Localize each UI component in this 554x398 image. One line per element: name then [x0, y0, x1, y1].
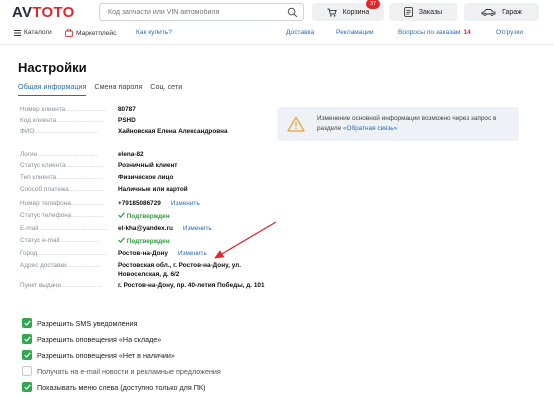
row-client-type: Тип клиента.......................... Фи…	[20, 174, 270, 183]
phone-value: +79185086729	[118, 200, 161, 207]
order-questions-label: Вопросы по заказам	[398, 29, 461, 36]
row-client-code: Код клиента.......................... PS…	[20, 117, 270, 126]
marketplace-icon	[65, 29, 73, 37]
row-value: г. Ростов-на-Дону, пр. 40-летия Победы, …	[118, 282, 265, 289]
change-email-link[interactable]: Изменить	[183, 225, 212, 232]
checkbox-label: Получать на e-mail новости и рекламные п…	[37, 366, 221, 376]
shipments-link[interactable]: Отгрузки	[496, 29, 523, 36]
email-value: el-kha@yandex.ru	[118, 225, 173, 232]
row-label: Статус телефона	[20, 212, 72, 219]
row-label: Город	[20, 250, 38, 257]
row-full-name: ФИО.................................... …	[20, 128, 270, 137]
row-label: Пункт выдачи	[20, 282, 61, 289]
settings-tabs: Общая информация Смена пароля Соц. сети	[18, 82, 190, 96]
check-icon	[118, 237, 125, 243]
order-questions-count: 14	[463, 29, 471, 36]
row-delivery-address: Адрес доставки................... Ростов…	[20, 262, 270, 279]
row-label: E-mail	[20, 225, 39, 232]
checkbox-out-of-stock[interactable]: Разрешить оповещения «Нет в наличии»	[22, 350, 175, 360]
top-header: AVTOTO Корзина 37 Заказы Гараж	[0, 0, 554, 24]
checkbox-unchecked-icon[interactable]	[22, 366, 32, 376]
row-label: Номер телефона	[20, 200, 71, 207]
row-label: Статус клиента	[20, 162, 66, 169]
delivery-link[interactable]: Доставка	[286, 29, 314, 36]
catalogs-menu[interactable]: Каталоги	[14, 29, 52, 36]
row-label: ФИО	[20, 128, 35, 135]
cart-count-badge: 37	[366, 0, 380, 9]
search-icon[interactable]	[287, 7, 298, 18]
tab-general-info[interactable]: Общая информация	[18, 82, 87, 96]
check-icon	[118, 212, 125, 218]
row-label: Тип клиента	[20, 174, 57, 181]
change-city-link[interactable]: Изменить	[178, 250, 207, 257]
warning-icon	[287, 116, 305, 132]
checkbox-checked-icon[interactable]	[22, 334, 32, 344]
logo-accent: TOTO	[32, 3, 75, 21]
row-label: Номер клиента	[20, 106, 66, 113]
car-icon	[481, 9, 496, 16]
row-label: Код клиента	[20, 117, 57, 124]
change-phone-link[interactable]: Изменить	[171, 200, 200, 207]
row-client-number: Номер клиента....................... 807…	[20, 106, 270, 115]
row-phone: Номер телефона................... +79185…	[20, 200, 200, 207]
row-label: Способ платежа	[20, 186, 69, 193]
how-to-buy-link[interactable]: Как купить?	[136, 29, 172, 36]
orders-button[interactable]: Заказы	[389, 3, 457, 21]
city-value: Ростов-на-Дону	[118, 250, 168, 257]
annotation-arrow	[214, 221, 277, 259]
row-label: Адрес доставки	[20, 262, 67, 269]
checkbox-checked-icon[interactable]	[22, 382, 32, 392]
logo-main: AV	[12, 3, 33, 21]
checkbox-checked-icon[interactable]	[22, 318, 32, 328]
secondary-nav: Каталоги Маркетплейс Как купить? Доставк…	[0, 27, 554, 41]
header-divider	[0, 44, 554, 45]
row-login: Логин.................................. …	[20, 151, 270, 160]
feedback-link[interactable]: «Обратная связь»	[343, 125, 397, 132]
phone-status-value: Подтвержден	[126, 213, 170, 220]
row-value: PSHD	[118, 117, 136, 124]
tab-change-password[interactable]: Смена пароля	[94, 82, 142, 96]
marketplace-link[interactable]: Маркетплейс	[65, 29, 116, 37]
row-pickup-point: Пункт выдачи....................... г. Р…	[20, 282, 270, 291]
row-value: Наличные или картой	[118, 186, 188, 193]
menu-icon	[14, 29, 21, 36]
tab-social[interactable]: Соц. сети	[150, 82, 182, 96]
garage-label: Гараж	[502, 8, 522, 16]
logo[interactable]: AV TOTO	[12, 3, 75, 21]
row-value: Хайновская Елена Александровна	[118, 128, 228, 135]
checkbox-left-menu[interactable]: Показывать меню слева (доступно только д…	[22, 382, 206, 392]
checkbox-email-news[interactable]: Получать на e-mail новости и рекламные п…	[22, 366, 221, 376]
row-value: Розничный клиент	[118, 162, 178, 169]
search-input[interactable]	[108, 8, 278, 16]
row-value: Ростовская обл., г. Ростов-на-Дону, ул. …	[118, 262, 242, 278]
row-label: Статус e-mail	[20, 237, 60, 244]
row-value: elena-82	[118, 151, 144, 158]
checkbox-label: Разрешить SMS уведомления	[37, 318, 138, 328]
info-notice: Изменение основной информации возможно ч…	[277, 107, 519, 141]
garage-button[interactable]: Гараж	[464, 3, 539, 21]
checkbox-in-stock[interactable]: Разрешить оповещения «На складе»	[22, 334, 161, 344]
checkbox-checked-icon[interactable]	[22, 350, 32, 360]
checkbox-sms[interactable]: Разрешить SMS уведомления	[22, 318, 138, 328]
order-questions-link[interactable]: Вопросы по заказам 14	[398, 29, 471, 36]
marketplace-label: Маркетплейс	[76, 29, 117, 37]
claims-link[interactable]: Рекламации	[336, 29, 374, 36]
checkbox-label: Разрешить оповещения «На складе»	[37, 334, 162, 344]
checkbox-label: Показывать меню слева (доступно только д…	[37, 382, 206, 392]
checkbox-label: Разрешить оповещения «Нет в наличии»	[37, 350, 175, 360]
catalogs-label: Каталоги	[24, 29, 52, 36]
orders-label: Заказы	[418, 8, 443, 16]
row-value: Физическое лицо	[118, 174, 174, 181]
cart-label: Корзина	[342, 8, 370, 16]
email-status-value: Подтвержден	[126, 238, 170, 245]
row-label: Логин	[20, 151, 38, 158]
cart-icon	[327, 8, 337, 17]
row-value: 80787	[118, 106, 136, 113]
page-title: Настройки	[18, 60, 87, 75]
search-bar[interactable]	[99, 3, 304, 21]
orders-icon	[403, 7, 413, 17]
row-client-status: Статус клиента..................... Розн…	[20, 162, 270, 171]
row-payment-method: Способ платежа.................... Налич…	[20, 186, 270, 195]
